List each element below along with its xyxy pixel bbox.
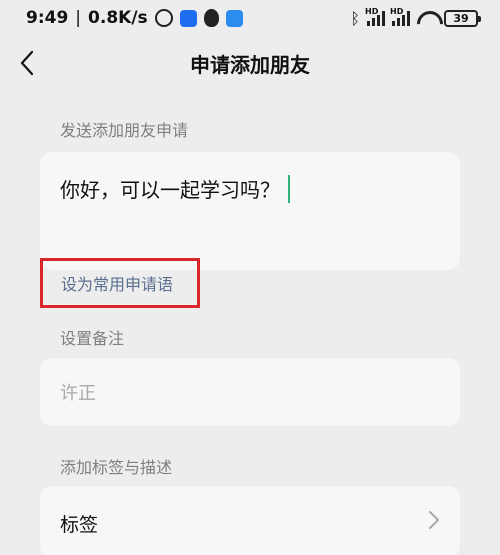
- status-bar-right: ᛒ HD HD 39: [350, 7, 481, 28]
- set-common-phrase-link[interactable]: 设为常用申请语: [40, 258, 200, 308]
- request-section-label: 发送添加朋友申请: [60, 121, 189, 140]
- battery-icon: 39: [444, 9, 481, 27]
- wifi-icon: [417, 11, 437, 25]
- remark-section-label: 设置备注: [60, 329, 125, 348]
- nav-bar: 申请添加朋友: [0, 36, 500, 90]
- network-speed: 0.8K/s: [88, 8, 148, 28]
- status-bar: 9:49 | 0.8K/s ᛒ HD HD 39: [0, 0, 500, 36]
- hd-label-2: HD: [390, 7, 404, 16]
- text-caret: [288, 174, 290, 203]
- chevron-left-icon: [20, 50, 34, 76]
- alarm-icon: [154, 9, 173, 27]
- tags-section-label: 添加标签与描述: [60, 458, 173, 477]
- status-separator: |: [75, 8, 82, 28]
- page-title: 申请添加朋友: [190, 52, 310, 77]
- set-common-phrase-label: 设为常用申请语: [61, 275, 174, 294]
- signal-icon-1: HD: [365, 7, 385, 26]
- qq-icon: [203, 9, 219, 27]
- back-button[interactable]: [12, 48, 42, 78]
- request-message-content: 你好，可以一起学习吗？: [60, 174, 290, 203]
- remark-value: 许正: [60, 383, 96, 404]
- tags-row[interactable]: 标签: [40, 486, 460, 555]
- bluetooth-icon: ᛒ: [350, 8, 360, 28]
- request-message-field[interactable]: 你好，可以一起学习吗？: [40, 152, 460, 270]
- add-friend-screen: 9:49 | 0.8K/s ᛒ HD HD 39 申请添加朋友 发送添加朋友申请…: [0, 0, 500, 555]
- remark-input[interactable]: 许正: [40, 358, 460, 426]
- hd-label-1: HD: [365, 7, 379, 16]
- request-message-text: 你好，可以一起学习吗？: [60, 178, 280, 202]
- signal-icon-2: HD: [390, 7, 410, 26]
- status-time: 9:49: [26, 8, 69, 28]
- status-bar-left: 9:49 | 0.8K/s: [26, 8, 243, 28]
- keyboard-app-icon: [225, 9, 243, 27]
- blue-app-icon: [179, 9, 197, 27]
- tags-row-label: 标签: [60, 514, 99, 536]
- chevron-right-icon: [429, 511, 439, 529]
